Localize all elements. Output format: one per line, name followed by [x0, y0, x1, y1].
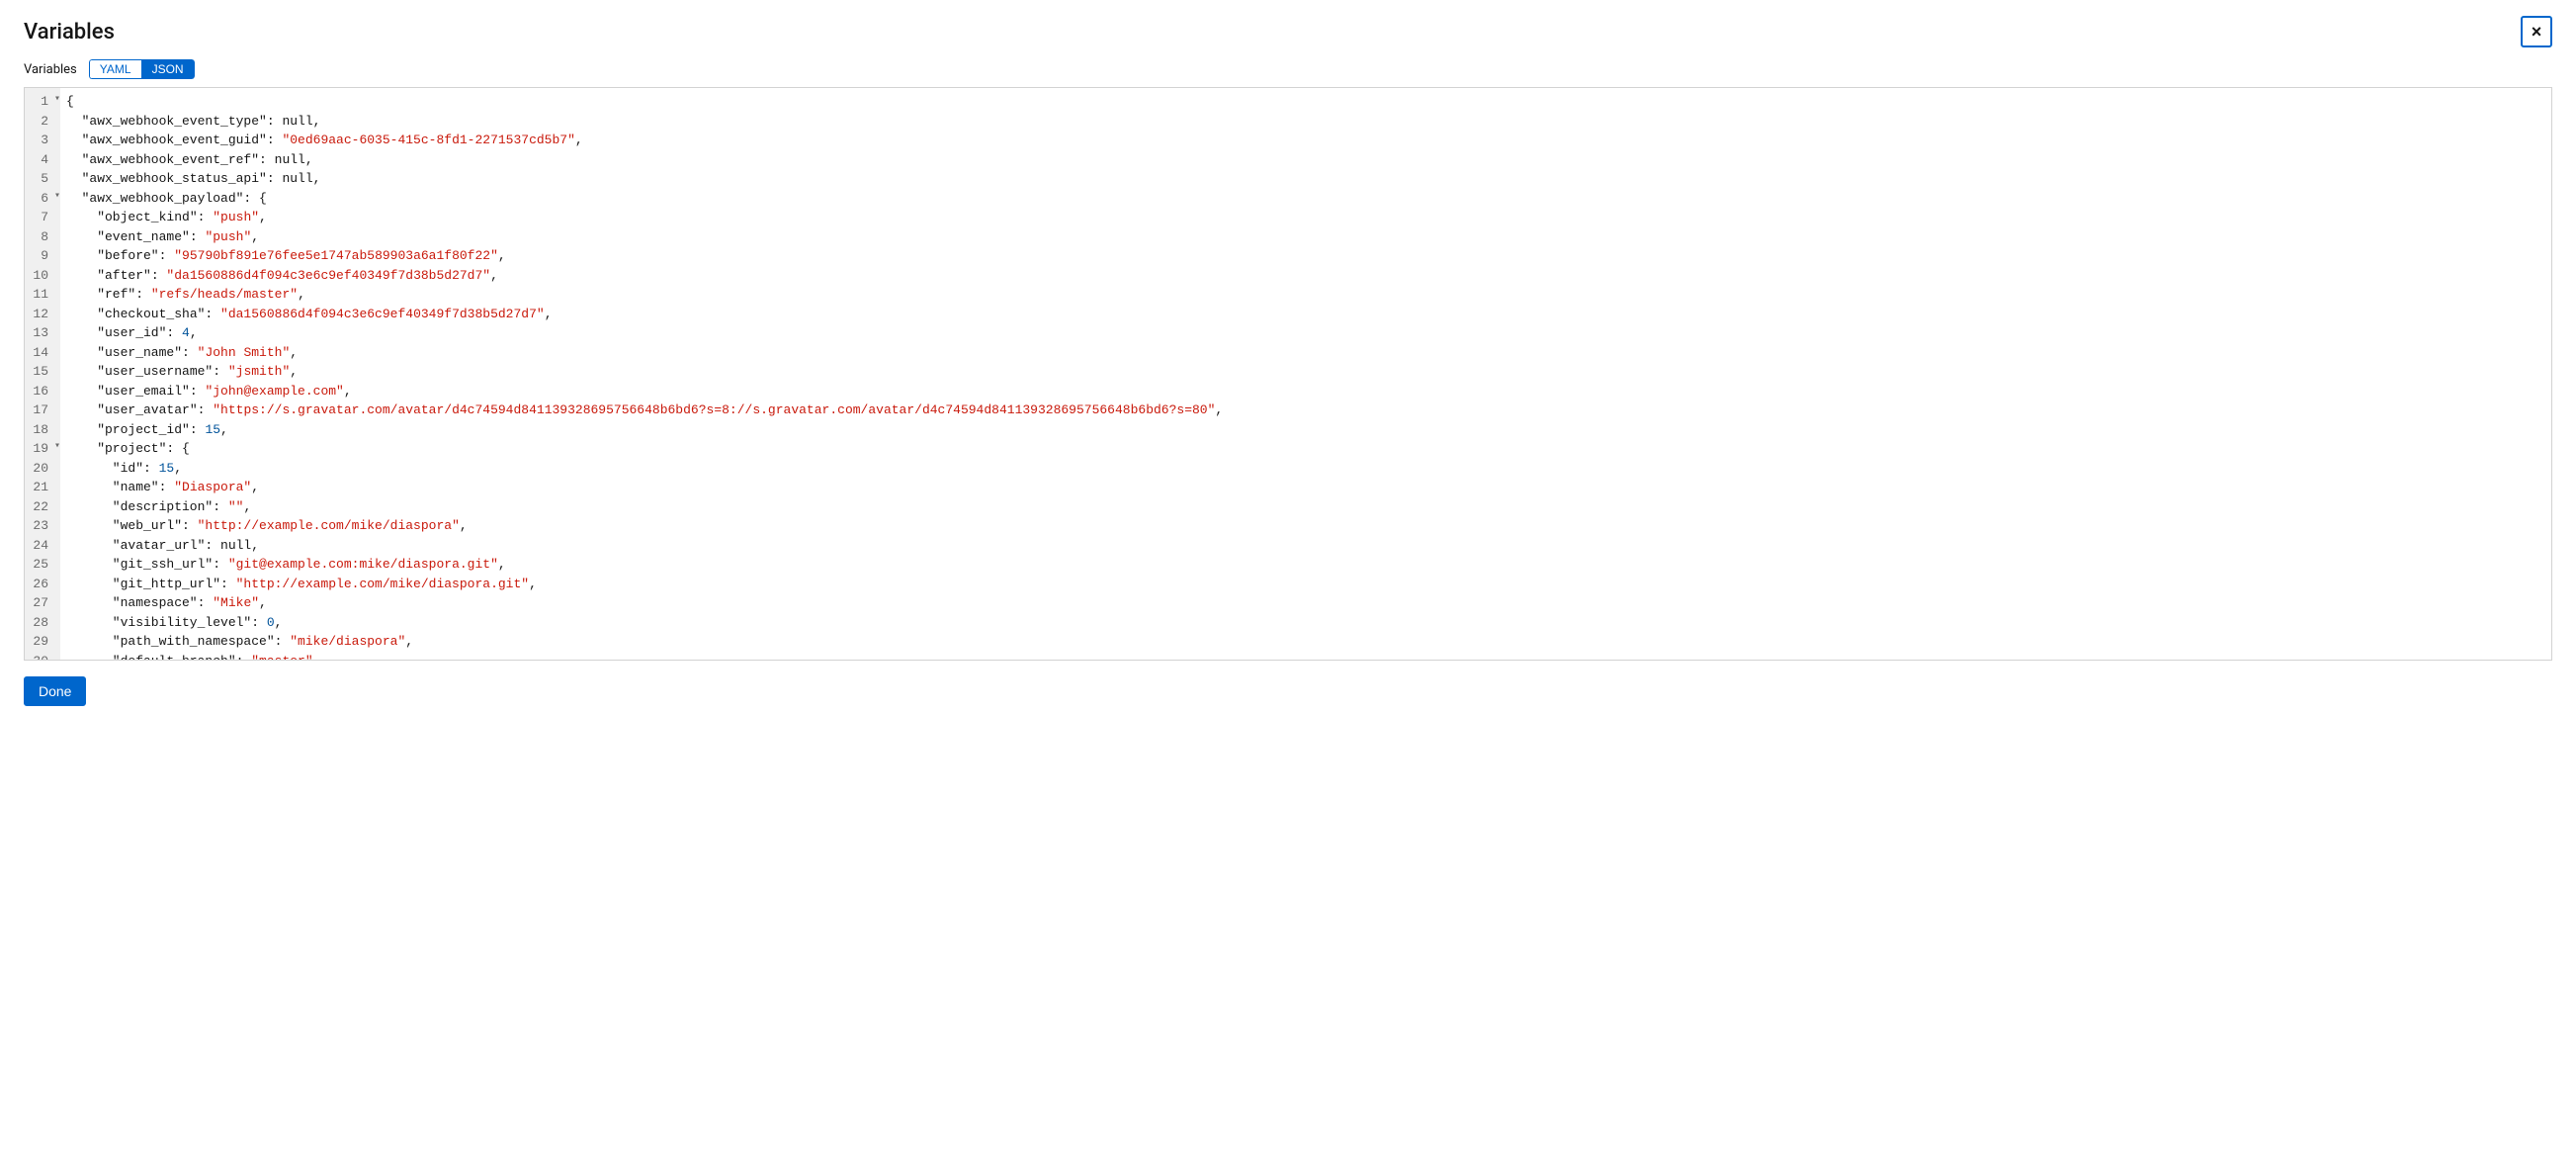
- line-number: 21: [25, 478, 54, 497]
- yaml-toggle[interactable]: YAML: [89, 59, 141, 79]
- code-line: "avatar_url": null,: [66, 536, 2551, 556]
- line-number: 5: [25, 169, 54, 189]
- line-number: 19: [25, 439, 54, 459]
- modal-header: Variables ×: [24, 16, 2552, 47]
- code-line: "default_branch": "master",: [66, 652, 2551, 661]
- code-line: "checkout_sha": "da1560886d4f094c3e6c9ef…: [66, 305, 2551, 324]
- line-number: 16: [25, 382, 54, 401]
- line-number: 14: [25, 343, 54, 363]
- code-line: "before": "95790bf891e76fee5e1747ab58990…: [66, 246, 2551, 266]
- line-number: 4: [25, 150, 54, 170]
- close-button[interactable]: ×: [2521, 16, 2552, 47]
- line-number: 22: [25, 497, 54, 517]
- variables-modal: Variables × Variables YAML JSON 12345678…: [0, 0, 2576, 718]
- code-line: {: [66, 92, 2551, 112]
- line-number: 24: [25, 536, 54, 556]
- line-number: 3: [25, 131, 54, 150]
- code-line: "after": "da1560886d4f094c3e6c9ef40349f7…: [66, 266, 2551, 286]
- format-toggle: YAML JSON: [89, 59, 195, 79]
- line-number: 13: [25, 323, 54, 343]
- editor-toolbar: Variables YAML JSON: [24, 59, 2552, 79]
- close-icon: ×: [2532, 22, 2542, 43]
- line-number: 9: [25, 246, 54, 266]
- code-line: "name": "Diaspora",: [66, 478, 2551, 497]
- line-number: 7: [25, 208, 54, 227]
- line-number: 27: [25, 593, 54, 613]
- code-line: "web_url": "http://example.com/mike/dias…: [66, 516, 2551, 536]
- code-line: "user_name": "John Smith",: [66, 343, 2551, 363]
- line-number: 1: [25, 92, 54, 112]
- code-line: "id": 15,: [66, 459, 2551, 479]
- code-line: "awx_webhook_payload": {: [66, 189, 2551, 209]
- line-gutter: 1234567891011121314151617181920212223242…: [25, 88, 60, 660]
- code-line: "git_ssh_url": "git@example.com:mike/dia…: [66, 555, 2551, 575]
- code-line: "path_with_namespace": "mike/diaspora",: [66, 632, 2551, 652]
- code-line: "ref": "refs/heads/master",: [66, 285, 2551, 305]
- line-number: 29: [25, 632, 54, 652]
- line-number: 6: [25, 189, 54, 209]
- line-number: 20: [25, 459, 54, 479]
- json-toggle[interactable]: JSON: [141, 59, 195, 79]
- line-number: 28: [25, 613, 54, 633]
- line-number: 10: [25, 266, 54, 286]
- code-line: "user_email": "john@example.com",: [66, 382, 2551, 401]
- code-line: "awx_webhook_status_api": null,: [66, 169, 2551, 189]
- done-button[interactable]: Done: [24, 676, 86, 706]
- code-editor[interactable]: 1234567891011121314151617181920212223242…: [24, 87, 2552, 661]
- toolbar-label: Variables: [24, 62, 77, 77]
- modal-footer: Done: [24, 676, 2552, 706]
- code-line: "project": {: [66, 439, 2551, 459]
- line-number: 15: [25, 362, 54, 382]
- code-line: "namespace": "Mike",: [66, 593, 2551, 613]
- line-number: 25: [25, 555, 54, 575]
- code-line: "user_id": 4,: [66, 323, 2551, 343]
- line-number: 8: [25, 227, 54, 247]
- line-number: 26: [25, 575, 54, 594]
- line-number: 2: [25, 112, 54, 132]
- code-line: "git_http_url": "http://example.com/mike…: [66, 575, 2551, 594]
- code-line: "event_name": "push",: [66, 227, 2551, 247]
- line-number: 23: [25, 516, 54, 536]
- modal-title: Variables: [24, 20, 115, 45]
- line-number: 11: [25, 285, 54, 305]
- code-line: "project_id": 15,: [66, 420, 2551, 440]
- line-number: 17: [25, 401, 54, 420]
- code-line: "description": "",: [66, 497, 2551, 517]
- line-number: 30: [25, 652, 54, 662]
- line-number: 18: [25, 420, 54, 440]
- code-line: "awx_webhook_event_guid": "0ed69aac-6035…: [66, 131, 2551, 150]
- code-line: "visibility_level": 0,: [66, 613, 2551, 633]
- code-content[interactable]: {"awx_webhook_event_type": null,"awx_web…: [60, 88, 2551, 660]
- code-line: "awx_webhook_event_ref": null,: [66, 150, 2551, 170]
- code-line: "user_username": "jsmith",: [66, 362, 2551, 382]
- code-line: "object_kind": "push",: [66, 208, 2551, 227]
- line-number: 12: [25, 305, 54, 324]
- code-line: "user_avatar": "https://s.gravatar.com/a…: [66, 401, 2551, 420]
- code-line: "awx_webhook_event_type": null,: [66, 112, 2551, 132]
